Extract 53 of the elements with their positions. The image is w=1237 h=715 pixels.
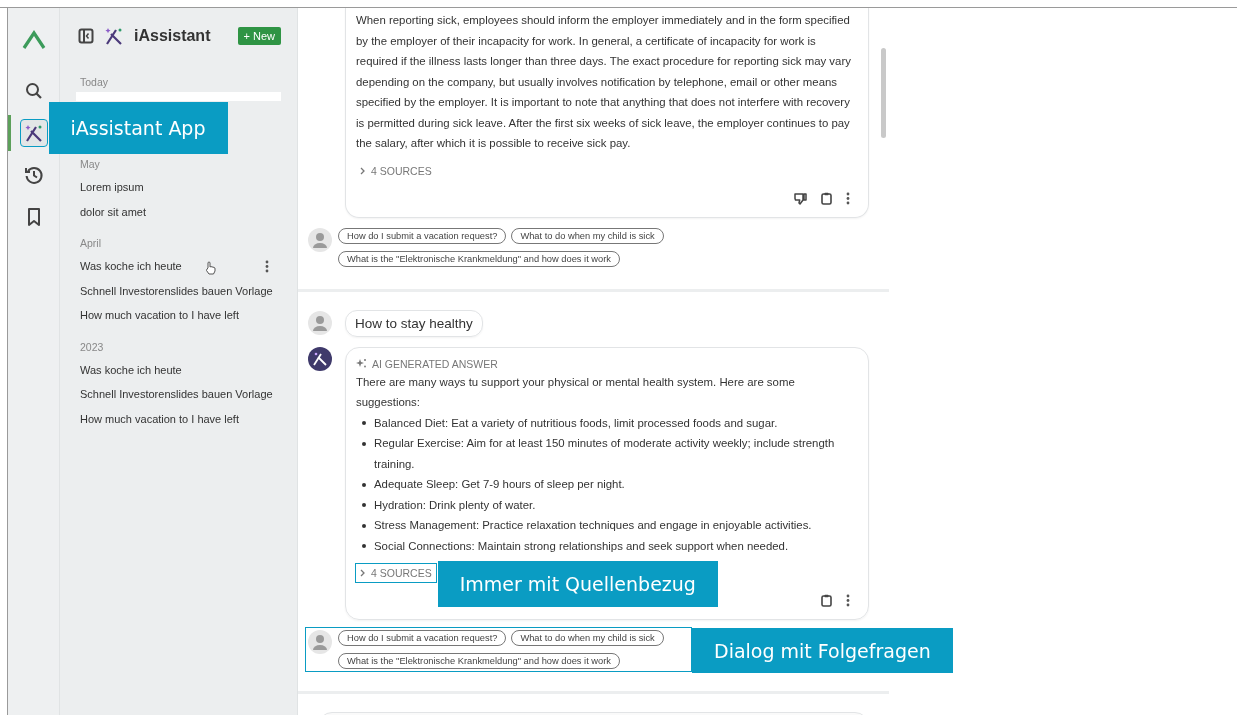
bullet-text: Stress Management: Practice relaxation techniques and engage in enjoyable activities. — [374, 518, 812, 533]
thumbs-down-icon[interactable] — [794, 191, 807, 205]
chat-history-item[interactable]: Was koche ich heute — [78, 357, 281, 382]
bullet-text: Adequate Sleep: Get 7-9 hours of sleep per night. — [374, 477, 625, 492]
sidebar-toggle-icon[interactable] — [78, 28, 94, 44]
suggestion-chip[interactable]: What is the "Elektronische Krankmeldung" and how does it work — [338, 653, 620, 669]
bullet-text: Regular Exercise: Aim for at least 150 minutes of moderate activity weekly; include strength training. — [374, 436, 836, 472]
answer-text: When reporting sick, employees should inform the employer immediately and in the form specified by the employer of their incapacity for work. In general, a certificate of incapacity for work is required if the illness lasts longer than three days. The exact procedure for reporting sick may vary depending on the company, but usually involves notification by telephone, email or other means specified by the employer. It is important to note that anything that does not interfere with recovery is permitted during sick leave. After the first six weeks of sick leave, the employer continues to pay the salary, after which it is possible to receive sick pay. — [356, 13, 852, 151]
sparkle-icon — [356, 358, 367, 369]
chat-history-item[interactable]: How much vacation to I have left — [78, 303, 281, 328]
group-label: May — [80, 158, 101, 171]
suggestion-chip[interactable]: What to do when my child is sick — [511, 227, 664, 244]
group-label: Today — [80, 76, 110, 89]
logo-icon — [21, 30, 46, 50]
chat-history-item[interactable]: Schnell Investorenslides bauen Vorlage — [78, 382, 281, 407]
app-title: iAssistant — [134, 27, 211, 45]
sources-toggle[interactable]: 4 SOURCES — [356, 564, 436, 582]
user-question: How to stay healthy — [345, 309, 483, 337]
chat-history-item[interactable]: dolor sit amet — [78, 199, 281, 224]
new-chat-button[interactable]: + New — [237, 27, 281, 45]
scrollbar-thumb[interactable] — [881, 48, 886, 138]
bullet-text: Hydration: Drink plenty of water. — [374, 497, 536, 513]
suggestion-chip[interactable]: How do I submit a vacation request? — [338, 630, 507, 646]
more-icon[interactable] — [265, 259, 269, 273]
user-avatar-icon — [308, 227, 332, 252]
sources-toggle[interactable]: 4 SOURCES — [356, 161, 436, 180]
callout-label: iAssistant App — [48, 102, 228, 154]
user-avatar-icon — [308, 311, 332, 335]
sparkle-logo-icon — [104, 26, 124, 46]
suggestion-chip[interactable]: What is the "Elektronische Krankmeldung" and how does it work — [338, 250, 620, 267]
answer-label: AI GENERATED ANSWER — [372, 357, 498, 370]
bullet-text: Social Connections: Maintain strong relationships and seek support when needed. — [374, 538, 789, 554]
chat-history-item[interactable]: How much vacation to I have left — [78, 406, 281, 431]
answer-text: There are many ways tu support your physical or mental health system. Here are some suggestions: — [356, 374, 796, 410]
chevron-icon — [360, 569, 366, 577]
rail-nav-item[interactable] — [20, 120, 47, 146]
chevron-icon — [360, 166, 366, 175]
chat-history-item[interactable]: Schnell Investorenslides bauen Vorlage — [78, 278, 281, 303]
group-label: April — [80, 237, 102, 250]
more-icon[interactable] — [846, 594, 850, 607]
chat-history-item[interactable]: Was koche ich heute — [78, 254, 281, 279]
hand-cursor-icon — [205, 261, 217, 275]
clipboard-icon[interactable] — [821, 594, 832, 607]
chat-history-item[interactable]: Lorem ipsum — [78, 175, 281, 200]
suggestion-chip[interactable]: What to do when my child is sick — [511, 630, 664, 646]
more-icon[interactable] — [846, 191, 850, 205]
callout-label: Immer mit Quellenbezug — [437, 561, 718, 607]
clipboard-icon[interactable] — [821, 191, 832, 205]
group-label: 2023 — [80, 340, 105, 354]
user-avatar-icon — [308, 630, 332, 654]
bullet-text: Balanced Diet: Eat a variety of nutritious foods, limit processed foods and sugar. — [374, 415, 778, 431]
suggestion-chip[interactable]: How do I submit a vacation request? — [338, 227, 507, 244]
callout-label: Dialog mit Folgefragen — [692, 628, 953, 673]
